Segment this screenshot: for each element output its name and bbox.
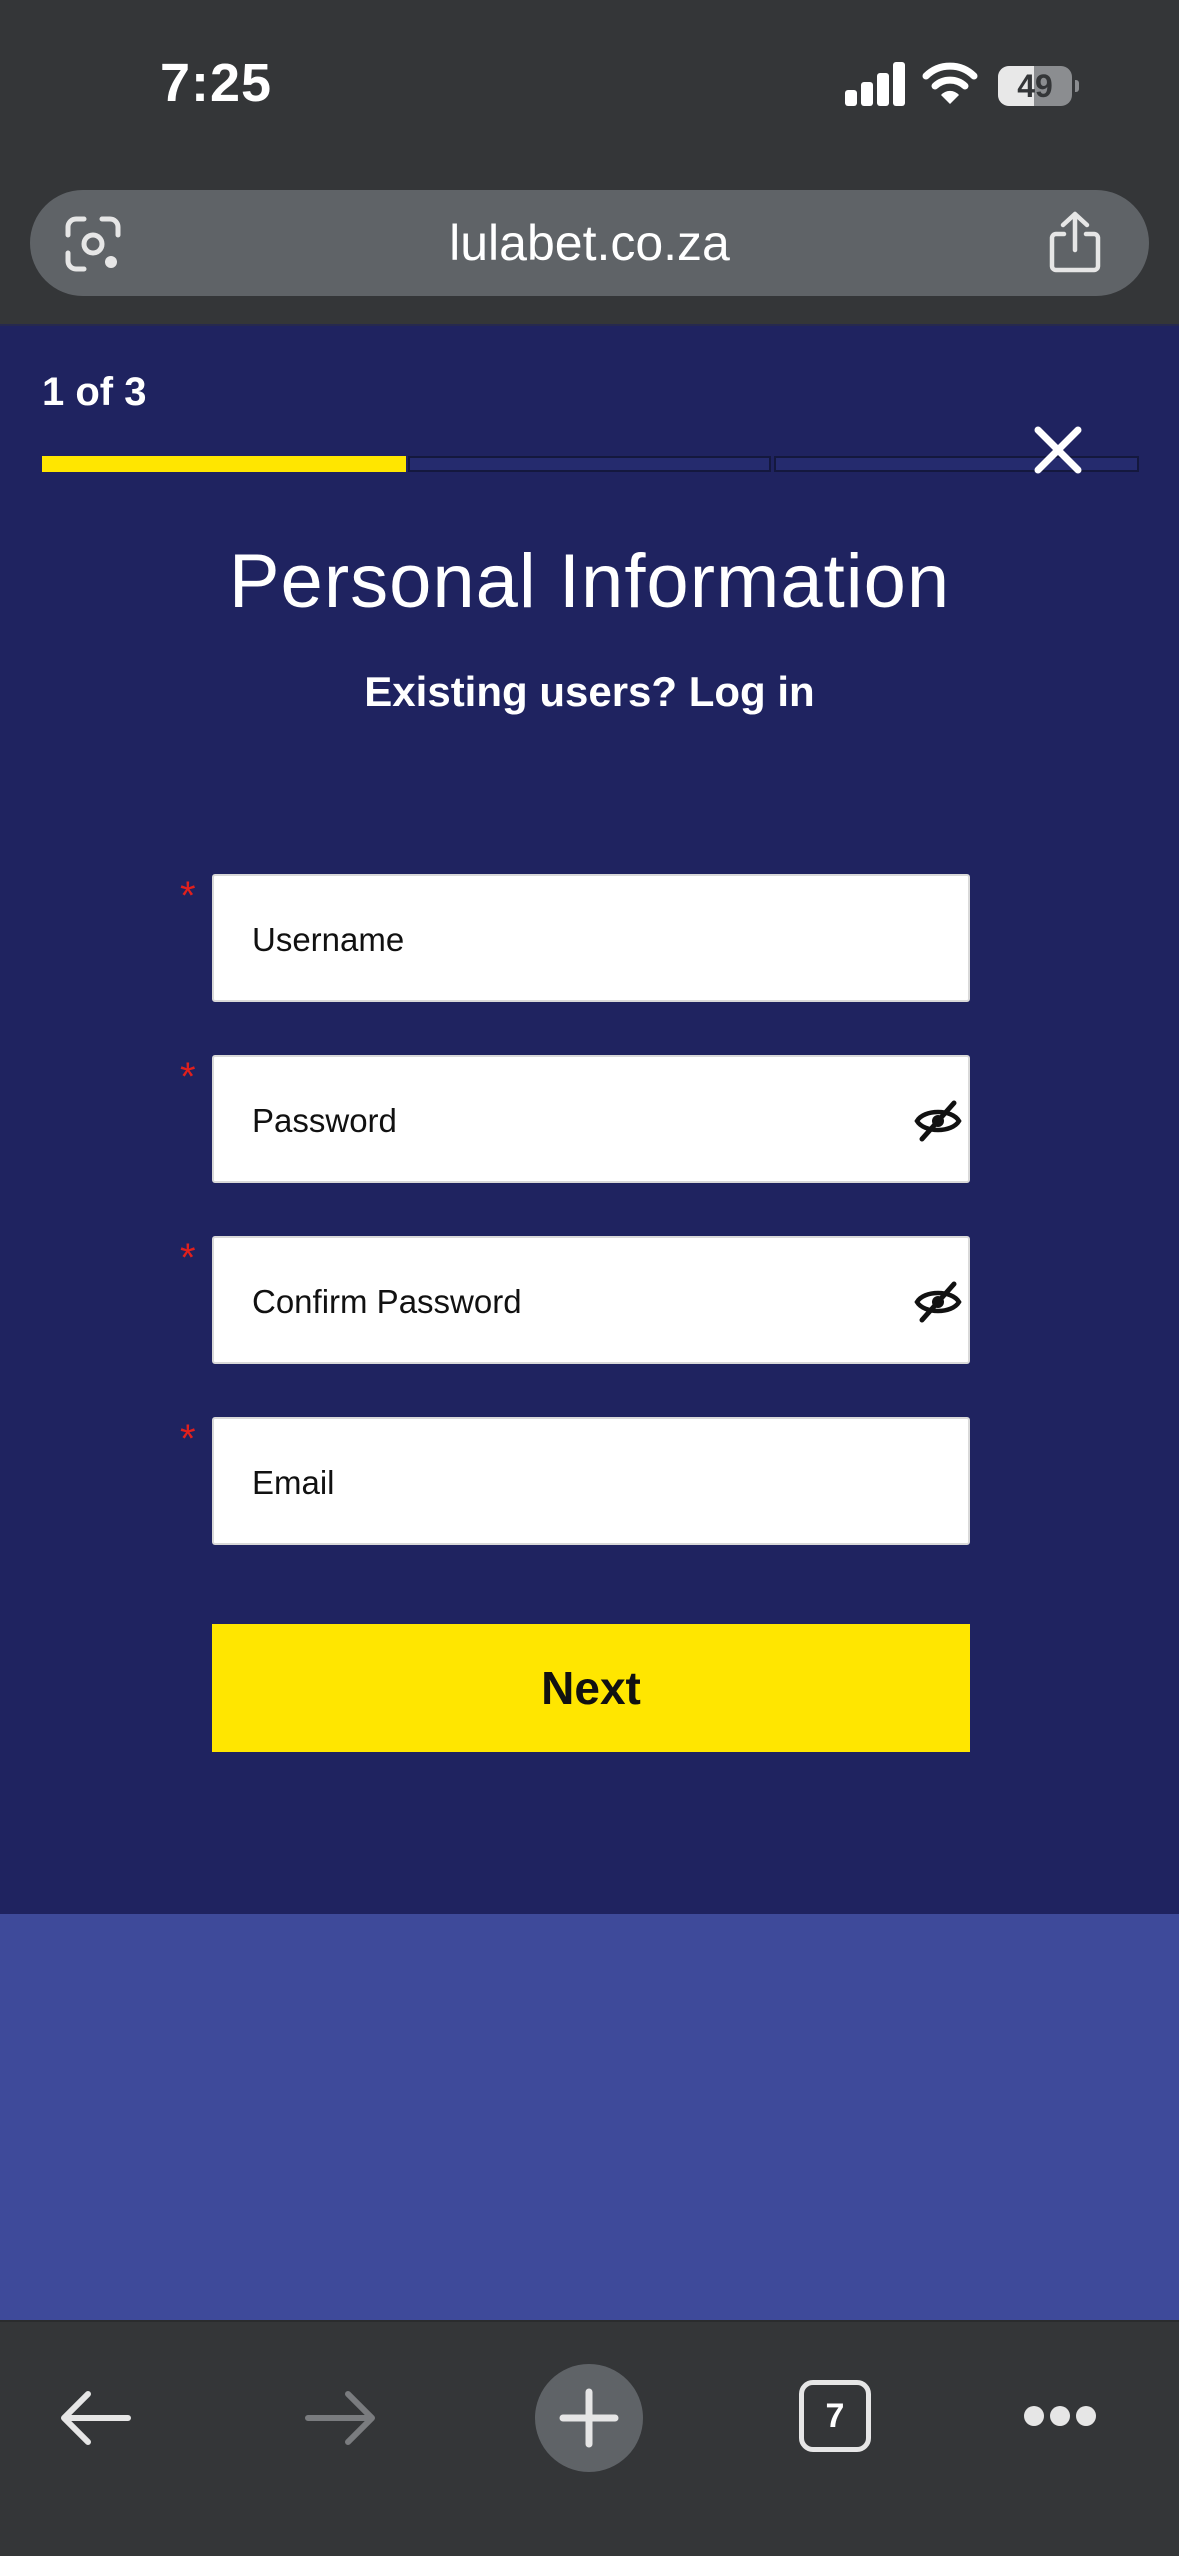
signup-panel: 1 of 3 Personal Information Existing use…: [0, 326, 1179, 1914]
status-bar: 7:25 49: [0, 0, 1179, 170]
password-input[interactable]: Password: [212, 1055, 970, 1183]
battery-level: 49: [1017, 68, 1053, 104]
confirm-password-input[interactable]: Confirm Password: [212, 1236, 970, 1364]
password-row: * Password: [180, 1055, 970, 1183]
battery-icon: 49: [998, 66, 1079, 106]
email-input[interactable]: Email: [212, 1417, 970, 1545]
required-marker: *: [180, 1417, 196, 1461]
page-title: Personal Information: [228, 539, 951, 624]
back-arrow-icon[interactable]: [58, 2388, 132, 2448]
email-row: * Email: [180, 1417, 970, 1545]
password-placeholder: Password: [252, 1102, 397, 1139]
plus-icon: [559, 2388, 619, 2448]
username-row: * Username: [180, 874, 970, 1002]
wifi-icon: [922, 62, 978, 104]
page-lower-area: [0, 1914, 1179, 2320]
step-indicator: 1 of 3: [42, 370, 147, 414]
address-bar[interactable]: lulabet.co.za: [30, 190, 1149, 296]
step-progress-fill: [42, 456, 406, 472]
browser-toolbar: 7: [0, 2320, 1179, 2556]
confirm-password-row: * Confirm Password: [180, 1236, 970, 1364]
new-tab-button[interactable]: [535, 2364, 643, 2472]
next-button[interactable]: Next: [212, 1624, 970, 1752]
email-placeholder: Email: [252, 1464, 335, 1501]
username-placeholder: Username: [252, 921, 405, 958]
more-icon[interactable]: [1022, 2404, 1098, 2428]
eye-slash-icon[interactable]: [914, 1097, 962, 1145]
forward-arrow-icon[interactable]: [304, 2388, 378, 2448]
tab-count-icon[interactable]: 7: [799, 2380, 871, 2452]
username-input[interactable]: Username: [212, 874, 970, 1002]
url-text[interactable]: lulabet.co.za: [30, 190, 1149, 296]
required-marker: *: [180, 1055, 196, 1099]
share-icon[interactable]: [1046, 210, 1104, 274]
status-time: 7:25: [160, 53, 273, 113]
login-link[interactable]: Existing users? Log in: [0, 668, 1179, 716]
step-progress-bar: [42, 456, 1139, 472]
close-icon[interactable]: [1030, 422, 1086, 478]
confirm-password-placeholder: Confirm Password: [252, 1283, 522, 1320]
eye-slash-icon[interactable]: [914, 1278, 962, 1326]
required-marker: *: [180, 874, 196, 918]
required-marker: *: [180, 1236, 196, 1280]
cellular-signal-icon: [845, 62, 907, 106]
